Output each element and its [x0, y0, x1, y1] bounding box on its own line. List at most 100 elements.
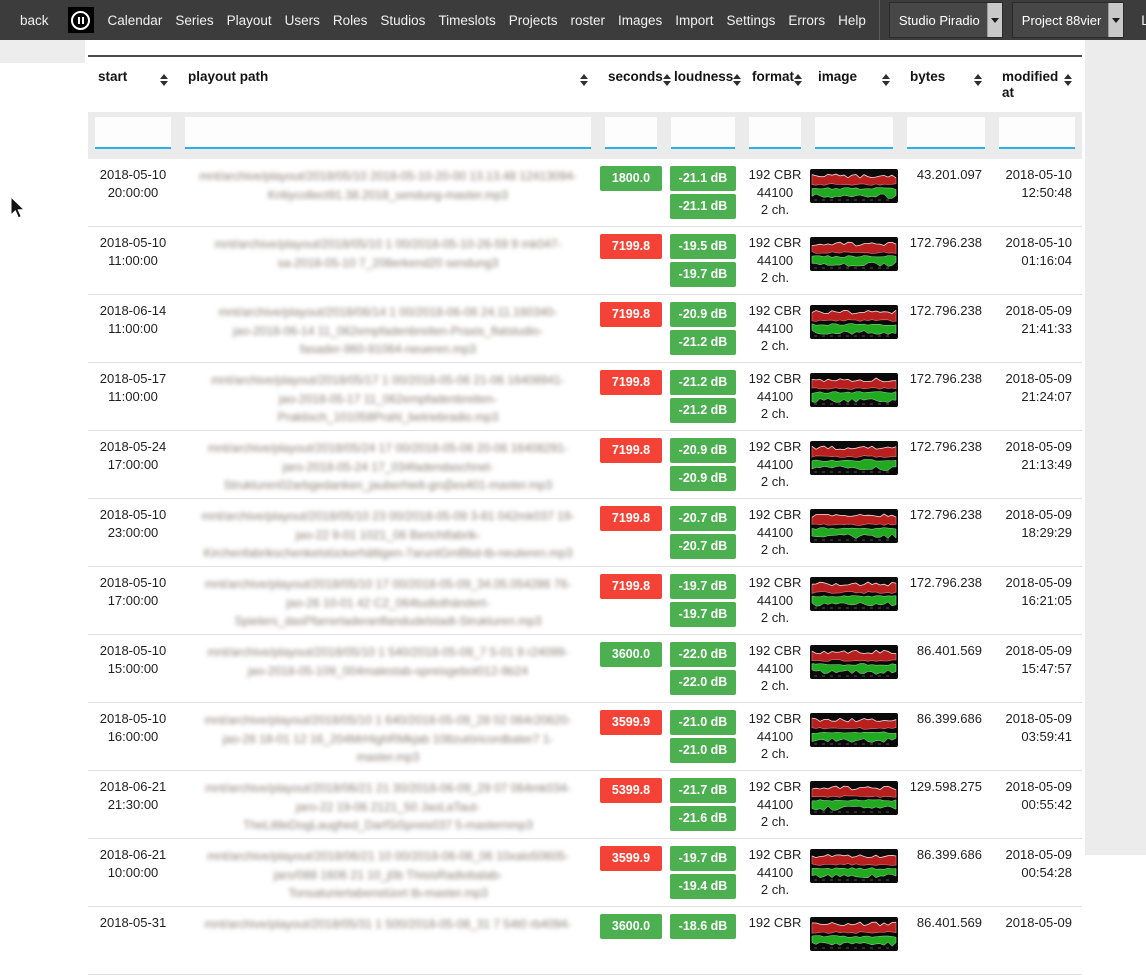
column-header-seconds[interactable]: seconds [598, 69, 664, 106]
loudness-cell: -19.7 dB -19.7 dB [664, 574, 742, 634]
waveform-thumbnail[interactable] [810, 849, 898, 883]
path-line: Kritiycollect91.38.2018_sendung-master.m… [268, 188, 508, 202]
nav-item-images[interactable]: Images [618, 13, 662, 28]
nav-item-studios[interactable]: Studios [380, 13, 425, 28]
seconds-cell: 7199.8 [598, 438, 664, 498]
format-samplerate: 44100 [757, 796, 793, 814]
sort-icon[interactable] [160, 74, 168, 86]
filter-input-modified-at[interactable] [999, 117, 1075, 149]
modified-date: 2018-05-09 [1006, 506, 1073, 524]
waveform-thumbnail[interactable] [810, 169, 898, 203]
start-date: 2018-05-10 [100, 166, 167, 184]
filter-input-playout-path[interactable] [185, 117, 591, 149]
playout-path-cell: mnt/archive/playout/2018/05/10 1 640/201… [178, 710, 598, 770]
filter-input-bytes[interactable] [907, 117, 985, 149]
loudness-badge: -19.7 dB [670, 262, 737, 287]
filter-input-start[interactable] [95, 117, 171, 149]
waveform-thumbnail[interactable] [810, 917, 898, 951]
waveform-thumbnail[interactable] [810, 237, 898, 271]
modified-time: 21:24:07 [1021, 388, 1072, 406]
bytes-value: 172.796.238 [910, 234, 982, 252]
path-line: jao-2018-06-14 11_062empfadenbreiten-Pra… [233, 324, 543, 338]
format-channels: 2 ch. [761, 473, 789, 491]
filter-input-image[interactable] [815, 117, 893, 149]
seconds-badge: 3599.9 [600, 710, 662, 735]
start-time: 11:00:00 [108, 320, 158, 338]
waveform-thumbnail[interactable] [810, 441, 898, 475]
column-header-modified-at[interactable]: modified at [992, 69, 1082, 106]
path-line: fasader-960-91064-neueren.mp3 [300, 342, 476, 356]
format-samplerate: 44100 [757, 184, 793, 202]
column-header-format[interactable]: format [742, 69, 808, 106]
waveform-thumbnail[interactable] [810, 509, 898, 543]
nav-item-settings[interactable]: Settings [727, 13, 776, 28]
nav-item-errors[interactable]: Errors [788, 13, 825, 28]
loudness-badge: -20.9 dB [670, 466, 737, 491]
bytes-value: 43.201.097 [917, 166, 982, 184]
seconds-cell: 7199.8 [598, 370, 664, 430]
waveform-thumbnail[interactable] [810, 713, 898, 747]
studio-select-arrow[interactable] [987, 3, 1002, 37]
start-date: 2018-06-21 [100, 778, 167, 796]
nav-item-playout[interactable]: Playout [227, 13, 272, 28]
nav-item-calendar[interactable]: Calendar [108, 13, 163, 28]
studio-select[interactable]: Studio Piradio [889, 2, 1003, 38]
nav-item-roles[interactable]: Roles [333, 13, 368, 28]
waveform-thumbnail[interactable] [810, 577, 898, 611]
loudness-badge: -21.1 dB [670, 194, 737, 219]
modified-time: 00:54:28 [1021, 864, 1072, 882]
path-line: jaro-2018-05-24 17_034fadendaschnel- [283, 460, 494, 474]
image-cell [808, 778, 900, 838]
path-line: jaro/088 1606 21 10_j0b ThisisRadiobalab… [274, 868, 503, 882]
column-header-playout-path[interactable]: playout path [178, 69, 598, 106]
table-row: 2018-05-10 20:00:00 mnt/archive/playout/… [88, 159, 1082, 227]
path-line: jao-26 18-01 12 16_204MrHighRMkjab 108zu… [223, 732, 554, 765]
filter-input-seconds[interactable] [605, 117, 657, 149]
format-bitrate: 192 CBR [749, 914, 802, 932]
format-samplerate: 44100 [757, 524, 793, 542]
nav-item-timeslots[interactable]: Timeslots [438, 13, 495, 28]
seconds-cell: 3600.0 [598, 642, 664, 702]
path-line: mnt/archive/playout/2018/05/10 2018-05-1… [199, 169, 577, 183]
nav-item-users[interactable]: Users [285, 13, 320, 28]
project-select[interactable]: Project 88vier [1012, 2, 1124, 38]
seconds-cell: 3599.9 [598, 710, 664, 770]
filter-input-loudness[interactable] [671, 117, 735, 149]
project-select-arrow[interactable] [1108, 3, 1123, 37]
waveform-thumbnail[interactable] [810, 645, 898, 679]
nav-item-projects[interactable]: Projects [509, 13, 558, 28]
column-header-start[interactable]: start [88, 69, 178, 106]
loudness-badge: -21.2 dB [670, 370, 737, 395]
start-time: 15:00:00 [108, 660, 159, 678]
sort-icon[interactable] [974, 74, 982, 86]
nav-item-roster[interactable]: roster [570, 13, 605, 28]
loudness-badge: -19.7 dB [670, 846, 737, 871]
modified-at-cell: 2018-05-09 00:54:28 [992, 846, 1082, 906]
path-line: mnt/archive/playout/2018/06/21 10 00/201… [207, 849, 569, 863]
column-header-loudness[interactable]: loudness [664, 69, 742, 106]
image-cell [808, 302, 900, 362]
waveform-thumbnail[interactable] [810, 373, 898, 407]
waveform-thumbnail[interactable] [810, 781, 898, 815]
filter-input-format[interactable] [749, 117, 801, 149]
sort-icon[interactable] [1064, 74, 1072, 86]
sort-icon[interactable] [882, 74, 890, 86]
waveform-thumbnail[interactable] [810, 305, 898, 339]
column-header-bytes[interactable]: bytes [900, 69, 992, 106]
sort-icon[interactable] [733, 74, 741, 86]
loudness-badge: -19.4 dB [670, 874, 737, 899]
start-time: 21:30:00 [108, 796, 159, 814]
playout-path-cell: mnt/archive/playout/2018/06/14 1 00/2018… [178, 302, 598, 362]
column-header-image[interactable]: image [808, 69, 900, 106]
nav-item-help[interactable]: Help [838, 13, 866, 28]
nav-item-import[interactable]: Import [675, 13, 713, 28]
piradio-logo-icon[interactable] [68, 7, 94, 33]
sort-icon[interactable] [794, 74, 802, 86]
start-date: 2018-05-24 [100, 438, 167, 456]
sort-icon[interactable] [580, 74, 588, 86]
nav-item-series[interactable]: Series [175, 13, 213, 28]
logout-link[interactable]: Logout [1141, 13, 1146, 28]
playout-path-cell: mnt/archive/playout/2018/05/31 1 500/201… [178, 914, 598, 974]
start-cell: 2018-06-21 21:30:00 [88, 778, 178, 838]
nav-back-link[interactable]: back [20, 13, 49, 28]
